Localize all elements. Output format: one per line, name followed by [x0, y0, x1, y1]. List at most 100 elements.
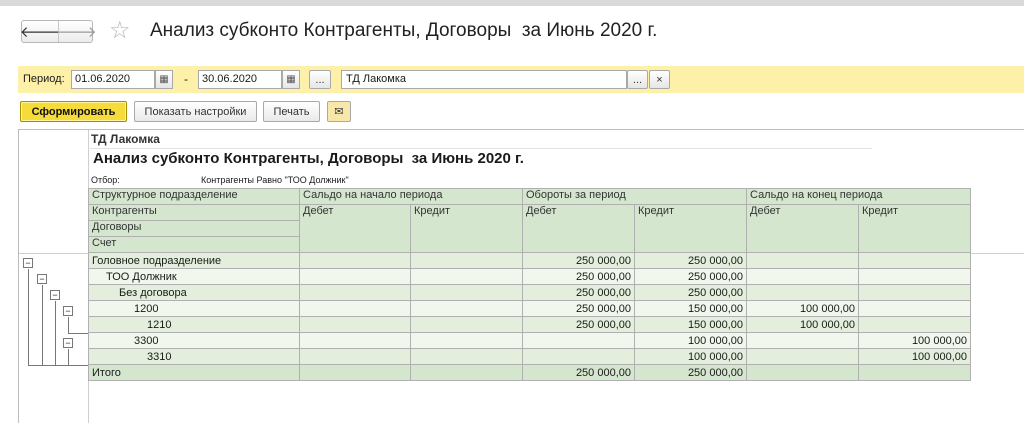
tree-line — [68, 349, 69, 365]
row-name: Головное подразделение — [88, 252, 300, 269]
header-debit: Дебет — [746, 204, 859, 253]
row-name: Без договора — [88, 284, 300, 301]
tree-collapse-icon[interactable]: − — [23, 258, 33, 268]
header-credit: Кредит — [634, 204, 747, 253]
table-row[interactable]: 3300 100 000,00 100 000,00 — [88, 332, 971, 349]
cell-close-c — [858, 284, 971, 301]
total-close-c — [858, 364, 971, 381]
calendar-icon[interactable]: ▦ — [155, 70, 173, 89]
cell-open-c — [410, 284, 523, 301]
cell-turn-c: 150 000,00 — [634, 300, 747, 317]
calendar-icon[interactable]: ▦ — [282, 70, 300, 89]
table-row[interactable]: ТОО Должник 250 000,00 250 000,00 — [88, 268, 971, 285]
cell-close-c — [858, 252, 971, 269]
row-name: 3310 — [88, 348, 300, 365]
forward-arrow-icon[interactable]: 🡒 — [56, 21, 97, 42]
row-name: ТОО Должник — [88, 268, 300, 285]
tree-collapse-icon[interactable]: − — [50, 290, 60, 300]
row-name: 1200 — [88, 300, 300, 317]
header-debit: Дебет — [299, 204, 411, 253]
tree-line — [28, 365, 88, 366]
cell-turn-c: 250 000,00 — [634, 268, 747, 285]
period-label: Период: — [23, 73, 65, 85]
cell-open-d — [299, 348, 411, 365]
table-row[interactable]: 1210 250 000,00 150 000,00 100 000,00 — [88, 316, 971, 333]
cell-open-d — [299, 284, 411, 301]
choose-counterparty-button[interactable]: ... — [627, 70, 648, 89]
cell-turn-d: 250 000,00 — [522, 268, 635, 285]
tree-collapse-icon[interactable]: − — [37, 274, 47, 284]
cell-turn-d: 250 000,00 — [522, 252, 635, 269]
cell-close-c — [858, 316, 971, 333]
filter-label: Отбор: — [91, 175, 120, 185]
cell-open-c — [410, 300, 523, 317]
page-title: Анализ субконто Контрагенты, Договоры за… — [150, 20, 658, 41]
cell-turn-d — [522, 332, 635, 349]
navigation-buttons: 🡐 🡒 — [20, 20, 97, 43]
header-row: Контрагенты Дебет Кредит Дебет Кредит Де… — [88, 204, 971, 253]
star-icon[interactable]: ☆ — [109, 17, 131, 45]
table-row[interactable]: 1200 250 000,00 150 000,00 100 000,00 — [88, 300, 971, 317]
cell-close-d: 100 000,00 — [746, 316, 859, 333]
cell-turn-c: 100 000,00 — [634, 332, 747, 349]
cell-turn-d: 250 000,00 — [522, 316, 635, 333]
header-opening: Сальдо на начало периода — [299, 188, 523, 205]
cell-close-c: 100 000,00 — [858, 348, 971, 365]
cell-open-d — [299, 332, 411, 349]
cell-close-d: 100 000,00 — [746, 300, 859, 317]
date-to-field[interactable]: 30.06.2020 — [198, 70, 282, 89]
tree-line — [68, 333, 88, 334]
tree-collapse-icon[interactable]: − — [63, 306, 73, 316]
counterparty-field[interactable]: ТД Лакомка — [341, 70, 627, 89]
total-turn-d: 250 000,00 — [522, 364, 635, 381]
generate-button[interactable]: Сформировать — [20, 101, 127, 122]
tree-line — [42, 285, 43, 365]
tree-line — [55, 301, 56, 365]
cell-turn-c: 250 000,00 — [634, 252, 747, 269]
cell-close-d — [746, 268, 859, 285]
cell-close-c — [858, 268, 971, 285]
total-close-d — [746, 364, 859, 381]
tree-collapse-icon[interactable]: − — [63, 338, 73, 348]
cell-turn-c: 100 000,00 — [634, 348, 747, 365]
organization-underline — [88, 148, 872, 149]
cell-turn-c: 250 000,00 — [634, 284, 747, 301]
tree-line — [28, 269, 29, 365]
header-credit: Кредит — [858, 204, 971, 253]
clear-icon[interactable]: × — [649, 70, 670, 89]
row-name: 1210 — [88, 316, 300, 333]
total-label: Итого — [88, 364, 300, 381]
header-account: Счет — [88, 236, 300, 253]
cell-close-d — [746, 348, 859, 365]
cell-turn-c: 150 000,00 — [634, 316, 747, 333]
select-period-button[interactable]: ... — [309, 70, 331, 89]
cell-open-d — [299, 300, 411, 317]
table-row[interactable]: Без договора 250 000,00 250 000,00 — [88, 284, 971, 301]
cell-close-c: 100 000,00 — [858, 332, 971, 349]
table-row[interactable]: Головное подразделение 250 000,00 250 000,… — [88, 252, 971, 269]
cell-close-d — [746, 252, 859, 269]
print-button[interactable]: Печать — [263, 101, 320, 122]
back-arrow-icon[interactable]: 🡐 — [20, 21, 60, 42]
cell-open-c — [410, 348, 523, 365]
show-settings-button[interactable]: Показать настройки — [134, 101, 257, 122]
organization-name: ТД Лакомка — [91, 132, 160, 146]
cell-open-d — [299, 316, 411, 333]
date-from-field[interactable]: 01.06.2020 — [71, 70, 155, 89]
header-row: Структурное подразделение Сальдо на нача… — [88, 188, 971, 205]
period-dash: - — [184, 72, 188, 86]
header-contracts: Договоры — [88, 220, 300, 237]
report-title: Анализ субконто Контрагенты, Договоры за… — [93, 150, 524, 167]
envelope-icon[interactable]: ✉ — [327, 101, 351, 122]
cell-close-c — [858, 300, 971, 317]
total-row: Итого 250 000,00 250 000,00 — [88, 364, 971, 381]
header-contractors: Контрагенты — [88, 204, 300, 221]
table-row[interactable]: 3310 100 000,00 100 000,00 — [88, 348, 971, 365]
report-area: ТД Лакомка Анализ субконто Контрагенты, … — [18, 129, 1024, 423]
cell-open-c — [410, 268, 523, 285]
cell-turn-d — [522, 348, 635, 365]
cell-close-d — [746, 284, 859, 301]
cell-open-d — [299, 252, 411, 269]
total-open-d — [299, 364, 411, 381]
row-name: 3300 — [88, 332, 300, 349]
